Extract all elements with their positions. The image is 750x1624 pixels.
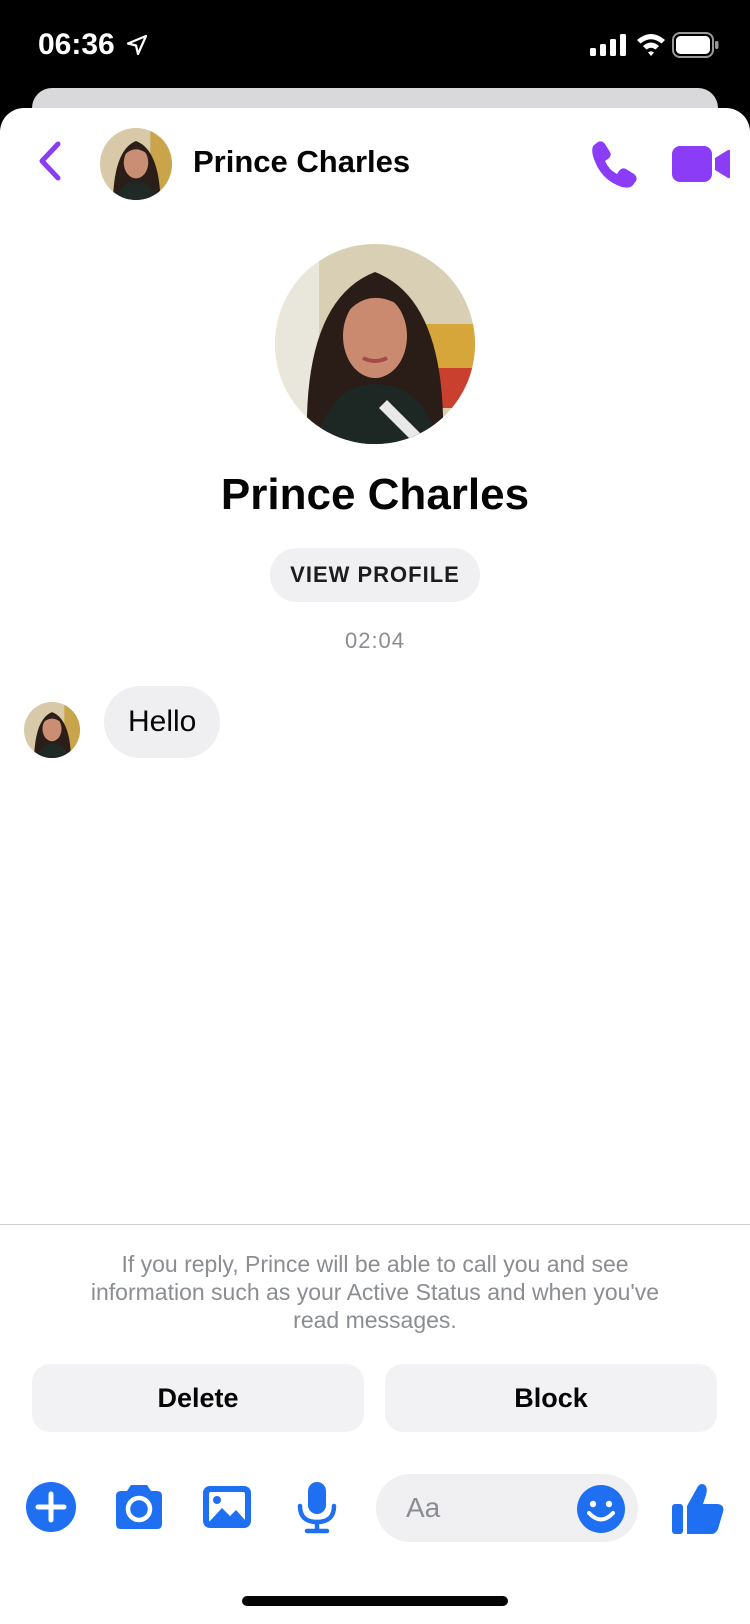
delete-button[interactable]: Delete	[32, 1364, 364, 1432]
microphone-icon[interactable]	[290, 1480, 344, 1534]
back-icon[interactable]	[30, 136, 70, 186]
view-profile-button[interactable]: VIEW PROFILE	[270, 548, 480, 602]
person-photo	[24, 702, 80, 758]
message-input-placeholder: Aa	[406, 1492, 441, 1523]
chat-header: Prince Charles	[0, 108, 750, 218]
battery-icon	[672, 32, 719, 58]
profile-name: Prince Charles	[220, 470, 530, 519]
thumbs-up-icon[interactable]	[670, 1480, 726, 1536]
gallery-icon[interactable]	[200, 1480, 254, 1534]
chat-sheet: Prince Charles Prince Charles VIEW PROFI…	[0, 108, 750, 1624]
status-bar: 06:36	[0, 0, 750, 90]
message-bubble[interactable]: Hello	[104, 686, 221, 758]
header-avatar[interactable]	[100, 128, 172, 200]
camera-icon[interactable]	[112, 1480, 166, 1534]
signal-icon	[590, 34, 626, 56]
message-timestamp: 02:04	[344, 628, 406, 653]
divider	[0, 1224, 750, 1225]
emoji-icon[interactable]	[576, 1484, 626, 1534]
person-photo	[100, 128, 172, 200]
contact-name[interactable]: Prince Charles	[193, 144, 410, 180]
phone-icon[interactable]	[588, 138, 640, 190]
status-time: 06:36	[38, 28, 115, 61]
wifi-icon	[637, 34, 665, 56]
location-arrow-icon	[126, 34, 148, 56]
profile-avatar[interactable]	[275, 244, 475, 444]
block-button[interactable]: Block	[385, 1364, 717, 1432]
video-camera-icon[interactable]	[672, 144, 730, 184]
reply-notice: If you reply, Prince will be able to cal…	[90, 1251, 660, 1333]
home-indicator	[242, 1596, 508, 1606]
message-avatar[interactable]	[24, 702, 80, 758]
message-input[interactable]: Aa	[376, 1474, 638, 1542]
plus-icon[interactable]	[24, 1480, 78, 1534]
person-photo	[275, 244, 475, 444]
